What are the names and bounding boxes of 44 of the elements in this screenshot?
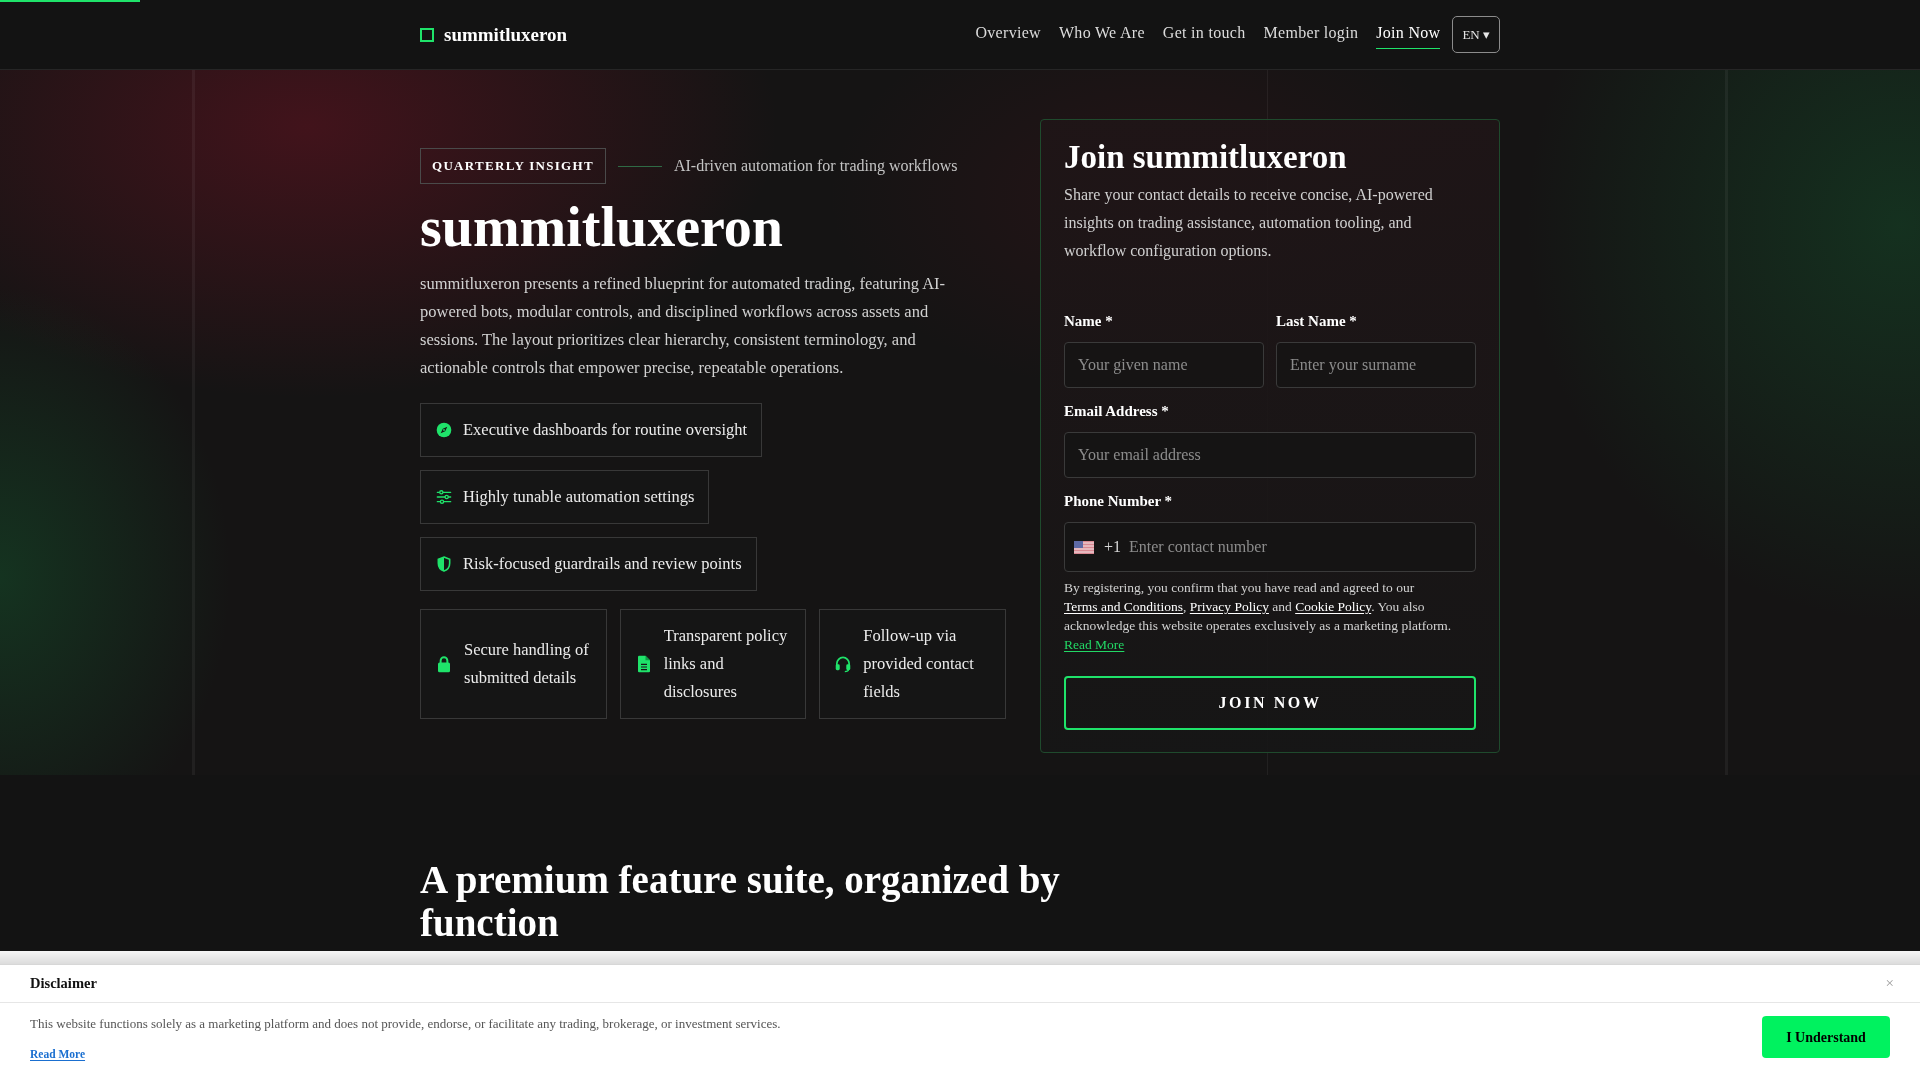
read-more-link[interactable]: Read More: [1064, 637, 1125, 652]
nav-link[interactable]: Member login: [1263, 20, 1359, 49]
field-label: Name *: [1064, 312, 1114, 331]
nav-link[interactable]: Join Now: [1376, 20, 1441, 49]
policy-link[interactable]: Cookie Policy: [1295, 599, 1372, 614]
compass-icon: [436, 422, 452, 438]
padlock-icon: [436, 655, 452, 673]
headset-icon: [835, 655, 852, 673]
form-description: Share your contact details to receive concise, AI-powered insights on trading assistance, automation tooling, and workflow configuration options.: [1064, 185, 1434, 262]
hero-description: summitluxeron presents a refined blueprint for automated trading, featuring AI-powered bots, modular controls, and disciplined workflows across assets and sessions. The layout prioritizes clear hierarchy, consistent terminology, and actionable controls that empower precise, repeatable operations.: [420, 273, 947, 379]
disclaimer-text: This website functions solely as a marketing platform and does not provide, endorse, or facilitate any trading, brokerage, or investment services.: [30, 1015, 781, 1033]
disclaimer-title: Disclaimer: [30, 973, 97, 993]
consent-text: By registering, you confirm that you have read and agreed to our Terms and Conditions, Privacy Policy and Cookie Policy. You also acknowledge this website operates exclusively as a marketing platform. Read More: [1064, 579, 1453, 654]
nav-link[interactable]: Overview: [975, 20, 1041, 49]
join-now-button[interactable]: JOIN NOW: [1064, 676, 1476, 730]
field-label: Email Address *: [1064, 402, 1170, 421]
text-input-field[interactable]: Your given name: [1064, 342, 1264, 388]
nav-link[interactable]: Who We Are: [1058, 20, 1145, 49]
country-code: +1: [1104, 537, 1122, 557]
sliders-icon: [436, 489, 452, 505]
nav-link[interactable]: Get in touch: [1162, 20, 1246, 49]
hero-title: summitluxeron: [420, 196, 783, 258]
read-more-link[interactable]: Read More: [30, 1045, 86, 1063]
form-title: Join summitluxeron: [1064, 138, 1348, 177]
square-logo-icon: [420, 27, 434, 42]
text-input-field[interactable]: Your email address: [1064, 432, 1476, 478]
section-heading: A premium feature suite, organized by function: [420, 858, 1061, 944]
feature-text: Risk-focused guardrails and review points: [463, 553, 742, 575]
logo-text[interactable]: summitluxeron: [444, 22, 568, 47]
shield-icon: [436, 556, 452, 572]
field-label: Last Name *: [1276, 312, 1358, 331]
category-badge: QUARTERLY INSIGHT: [420, 148, 606, 184]
policy-link[interactable]: Privacy Policy: [1189, 599, 1269, 614]
feature-text: Executive dashboards for routine oversight: [463, 419, 748, 441]
field-label: Phone Number *: [1064, 492, 1174, 511]
tagline-text: AI-driven automation for trading workflows: [673, 156, 958, 177]
document-icon: [635, 655, 652, 673]
card-text: Follow-up via provided contact fields: [863, 625, 975, 703]
language-button[interactable]: EN ▾: [1452, 16, 1500, 53]
understand-button[interactable]: I Understand: [1762, 1016, 1890, 1058]
card-text: Secure handling of submitted details: [464, 639, 590, 689]
feature-text: Highly tunable automation settings: [463, 486, 695, 508]
card-text: Transparent policy links and disclosures: [663, 625, 789, 703]
text-input-field[interactable]: Enter your surname: [1276, 342, 1476, 388]
